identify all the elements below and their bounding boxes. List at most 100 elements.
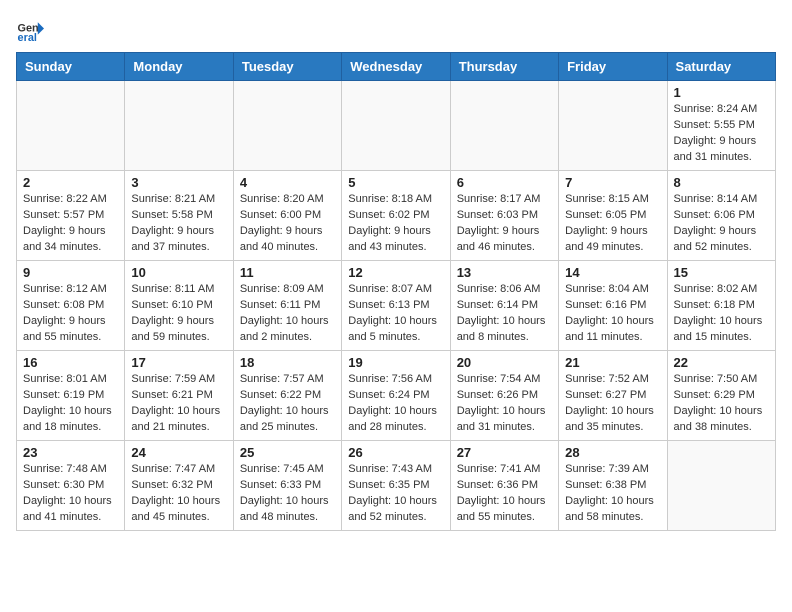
day-info: Sunrise: 8:07 AMSunset: 6:13 PMDaylight:… <box>348 282 443 346</box>
day-number: 5 <box>348 175 443 190</box>
day-number: 25 <box>240 445 335 460</box>
calendar-week-row: 2 Sunrise: 8:22 AMSunset: 5:57 PMDaylight… <box>17 171 776 261</box>
day-number: 15 <box>674 265 769 280</box>
day-info: Sunrise: 7:59 AMSunset: 6:21 PMDaylight:… <box>131 372 226 436</box>
day-info: Sunrise: 8:18 AMSunset: 6:02 PMDaylight:… <box>348 192 443 256</box>
day-number: 22 <box>674 355 769 370</box>
day-number: 16 <box>23 355 118 370</box>
day-number: 18 <box>240 355 335 370</box>
day-number: 2 <box>23 175 118 190</box>
weekday-header: Monday <box>125 53 233 81</box>
day-number: 17 <box>131 355 226 370</box>
calendar-cell: 8 Sunrise: 8:14 AMSunset: 6:06 PMDaylight… <box>667 171 775 261</box>
calendar-cell <box>559 81 667 171</box>
day-number: 19 <box>348 355 443 370</box>
day-info: Sunrise: 7:50 AMSunset: 6:29 PMDaylight:… <box>674 372 769 436</box>
calendar-cell: 12 Sunrise: 8:07 AMSunset: 6:13 PMDayligh… <box>342 261 450 351</box>
calendar-cell: 15 Sunrise: 8:02 AMSunset: 6:18 PMDayligh… <box>667 261 775 351</box>
day-number: 14 <box>565 265 660 280</box>
day-number: 21 <box>565 355 660 370</box>
logo-icon: Gen eral <box>16 16 44 44</box>
calendar-cell: 16 Sunrise: 8:01 AMSunset: 6:19 PMDayligh… <box>17 351 125 441</box>
day-info: Sunrise: 7:56 AMSunset: 6:24 PMDaylight:… <box>348 372 443 436</box>
weekday-header: Wednesday <box>342 53 450 81</box>
calendar-cell: 25 Sunrise: 7:45 AMSunset: 6:33 PMDayligh… <box>233 441 341 531</box>
calendar-cell: 20 Sunrise: 7:54 AMSunset: 6:26 PMDayligh… <box>450 351 558 441</box>
day-number: 10 <box>131 265 226 280</box>
calendar-cell: 9 Sunrise: 8:12 AMSunset: 6:08 PMDaylight… <box>17 261 125 351</box>
page-header: Gen eral <box>16 16 776 44</box>
calendar-cell: 18 Sunrise: 7:57 AMSunset: 6:22 PMDayligh… <box>233 351 341 441</box>
day-number: 3 <box>131 175 226 190</box>
day-info: Sunrise: 7:54 AMSunset: 6:26 PMDaylight:… <box>457 372 552 436</box>
day-info: Sunrise: 8:21 AMSunset: 5:58 PMDaylight:… <box>131 192 226 256</box>
calendar-cell <box>667 441 775 531</box>
day-info: Sunrise: 8:09 AMSunset: 6:11 PMDaylight:… <box>240 282 335 346</box>
day-info: Sunrise: 7:43 AMSunset: 6:35 PMDaylight:… <box>348 462 443 526</box>
calendar-cell: 24Sunrise: 7:47 AMSunset: 6:32 PMDayligh… <box>125 441 233 531</box>
calendar-cell <box>342 81 450 171</box>
day-number: 1 <box>674 85 769 100</box>
calendar-cell: 2 Sunrise: 8:22 AMSunset: 5:57 PMDaylight… <box>17 171 125 261</box>
weekday-header: Saturday <box>667 53 775 81</box>
calendar-cell: 3 Sunrise: 8:21 AMSunset: 5:58 PMDaylight… <box>125 171 233 261</box>
calendar-cell: 22 Sunrise: 7:50 AMSunset: 6:29 PMDayligh… <box>667 351 775 441</box>
weekday-header: Tuesday <box>233 53 341 81</box>
calendar-week-row: 16 Sunrise: 8:01 AMSunset: 6:19 PMDayligh… <box>17 351 776 441</box>
day-info: Sunrise: 8:15 AMSunset: 6:05 PMDaylight:… <box>565 192 660 256</box>
calendar-cell: 14 Sunrise: 8:04 AMSunset: 6:16 PMDayligh… <box>559 261 667 351</box>
day-info: Sunrise: 8:02 AMSunset: 6:18 PMDaylight:… <box>674 282 769 346</box>
day-number: 6 <box>457 175 552 190</box>
day-info: Sunrise: 8:17 AMSunset: 6:03 PMDaylight:… <box>457 192 552 256</box>
day-info: Sunrise: 8:20 AMSunset: 6:00 PMDaylight:… <box>240 192 335 256</box>
day-info: Sunrise: 7:52 AMSunset: 6:27 PMDaylight:… <box>565 372 660 436</box>
day-info: Sunrise: 7:41 AMSunset: 6:36 PMDaylight:… <box>457 462 552 526</box>
day-number: 9 <box>23 265 118 280</box>
calendar-cell: 4Sunrise: 8:20 AMSunset: 6:00 PMDaylight… <box>233 171 341 261</box>
day-info: Sunrise: 7:57 AMSunset: 6:22 PMDaylight:… <box>240 372 335 436</box>
calendar-cell: 1 Sunrise: 8:24 AMSunset: 5:55 PMDaylight… <box>667 81 775 171</box>
day-info: Sunrise: 8:06 AMSunset: 6:14 PMDaylight:… <box>457 282 552 346</box>
calendar-cell: 28 Sunrise: 7:39 AMSunset: 6:38 PMDayligh… <box>559 441 667 531</box>
calendar-table: SundayMondayTuesdayWednesdayThursdayFrid… <box>16 52 776 531</box>
day-info: Sunrise: 8:22 AMSunset: 5:57 PMDaylight:… <box>23 192 118 256</box>
calendar-cell: 6 Sunrise: 8:17 AMSunset: 6:03 PMDaylight… <box>450 171 558 261</box>
day-number: 20 <box>457 355 552 370</box>
calendar-cell: 11 Sunrise: 8:09 AMSunset: 6:11 PMDayligh… <box>233 261 341 351</box>
day-info: Sunrise: 8:01 AMSunset: 6:19 PMDaylight:… <box>23 372 118 436</box>
day-number: 12 <box>348 265 443 280</box>
weekday-header: Sunday <box>17 53 125 81</box>
weekday-header: Friday <box>559 53 667 81</box>
day-number: 24 <box>131 445 226 460</box>
calendar-cell <box>233 81 341 171</box>
calendar-cell <box>125 81 233 171</box>
day-number: 11 <box>240 265 335 280</box>
day-number: 13 <box>457 265 552 280</box>
calendar-cell: 23Sunrise: 7:48 AMSunset: 6:30 PMDayligh… <box>17 441 125 531</box>
calendar-week-row: 1 Sunrise: 8:24 AMSunset: 5:55 PMDaylight… <box>17 81 776 171</box>
day-number: 26 <box>348 445 443 460</box>
svg-text:eral: eral <box>18 32 37 44</box>
day-number: 7 <box>565 175 660 190</box>
day-info: Sunrise: 7:45 AMSunset: 6:33 PMDaylight:… <box>240 462 335 526</box>
day-number: 27 <box>457 445 552 460</box>
weekday-header: Thursday <box>450 53 558 81</box>
calendar-cell: 5 Sunrise: 8:18 AMSunset: 6:02 PMDaylight… <box>342 171 450 261</box>
calendar-cell: 27 Sunrise: 7:41 AMSunset: 6:36 PMDayligh… <box>450 441 558 531</box>
calendar-week-row: 23Sunrise: 7:48 AMSunset: 6:30 PMDayligh… <box>17 441 776 531</box>
day-info: Sunrise: 8:24 AMSunset: 5:55 PMDaylight:… <box>674 102 769 166</box>
calendar-cell <box>17 81 125 171</box>
day-info: Sunrise: 7:48 AMSunset: 6:30 PMDaylight:… <box>23 462 118 526</box>
day-info: Sunrise: 7:39 AMSunset: 6:38 PMDaylight:… <box>565 462 660 526</box>
day-number: 8 <box>674 175 769 190</box>
calendar-cell: 10Sunrise: 8:11 AMSunset: 6:10 PMDayligh… <box>125 261 233 351</box>
calendar-cell: 7 Sunrise: 8:15 AMSunset: 6:05 PMDaylight… <box>559 171 667 261</box>
day-number: 28 <box>565 445 660 460</box>
day-info: Sunrise: 8:04 AMSunset: 6:16 PMDaylight:… <box>565 282 660 346</box>
calendar-cell: 17 Sunrise: 7:59 AMSunset: 6:21 PMDayligh… <box>125 351 233 441</box>
logo: Gen eral <box>16 16 48 44</box>
day-info: Sunrise: 8:12 AMSunset: 6:08 PMDaylight:… <box>23 282 118 346</box>
calendar-cell <box>450 81 558 171</box>
calendar-week-row: 9 Sunrise: 8:12 AMSunset: 6:08 PMDaylight… <box>17 261 776 351</box>
day-info: Sunrise: 8:14 AMSunset: 6:06 PMDaylight:… <box>674 192 769 256</box>
